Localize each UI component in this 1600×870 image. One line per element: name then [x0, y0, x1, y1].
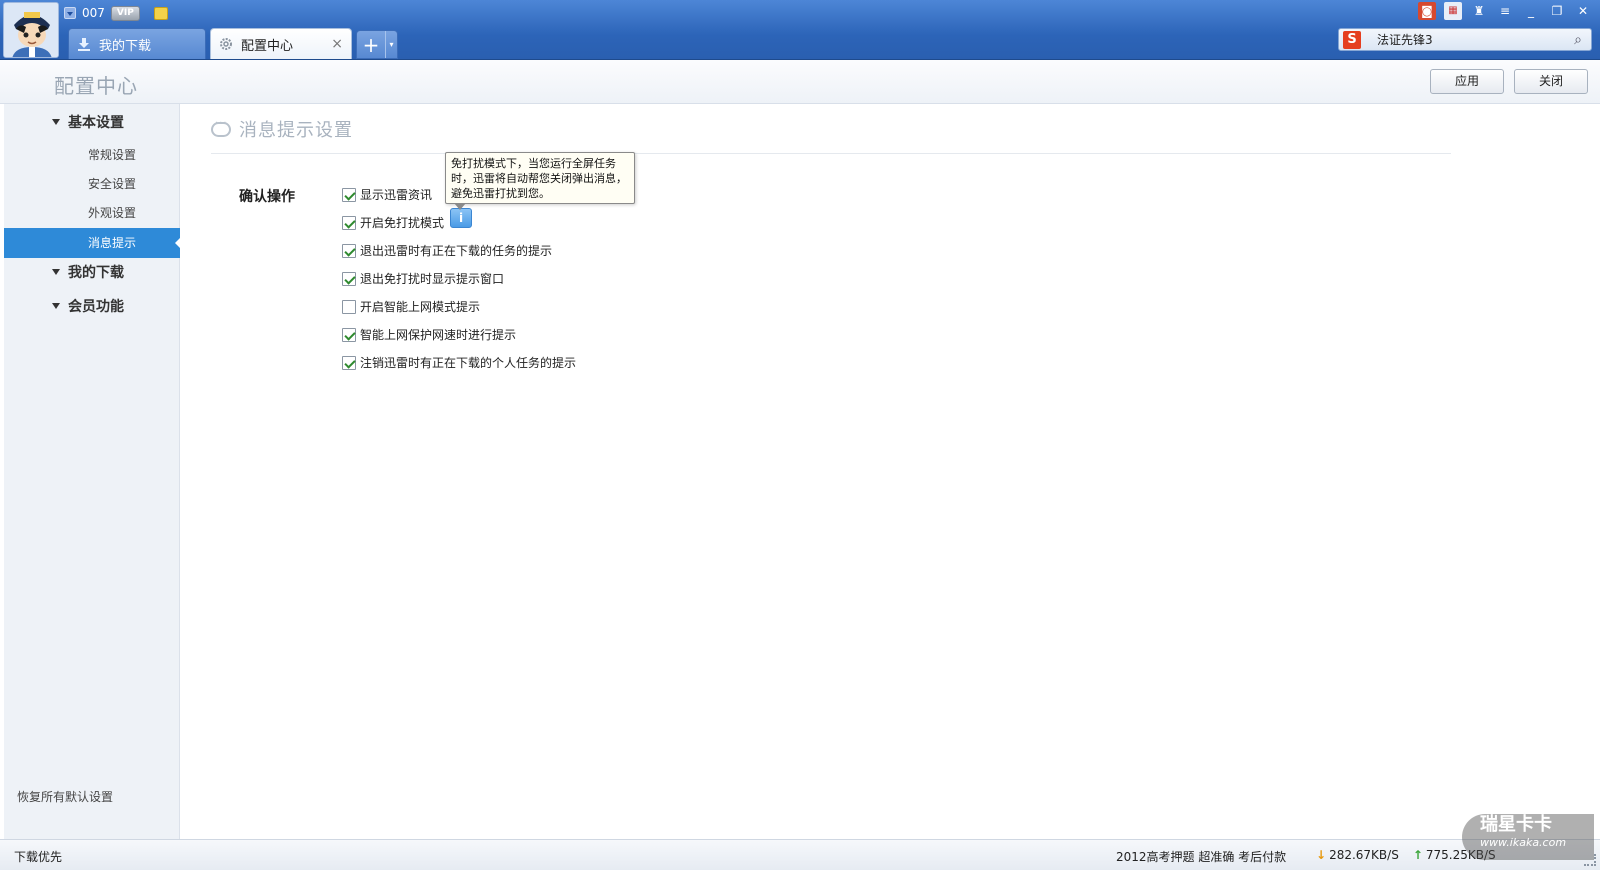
- info-icon[interactable]: i: [450, 208, 472, 228]
- download-priority[interactable]: 下载优先: [14, 848, 62, 865]
- sidebar-item-appearance[interactable]: 外观设置: [88, 204, 136, 221]
- search-engine-icon[interactable]: S: [1343, 30, 1361, 49]
- user-row: 007 VIP: [64, 4, 168, 22]
- message-icon[interactable]: [153, 6, 168, 20]
- option-label[interactable]: 智能上网保护网速时进行提示: [360, 326, 516, 343]
- search-box[interactable]: S 法证先锋3 ⌕: [1338, 28, 1592, 51]
- option-do-not-disturb[interactable]: 开启免打扰模式: [342, 214, 444, 231]
- plus-icon[interactable]: +: [357, 35, 385, 55]
- shirt-icon[interactable]: ♜: [1470, 2, 1488, 20]
- sidebar-item-security[interactable]: 安全设置: [88, 175, 136, 192]
- new-tab-button[interactable]: + ▾: [356, 30, 398, 59]
- option-exit-downloading-prompt[interactable]: 退出迅雷时有正在下载的任务的提示: [342, 242, 552, 259]
- expand-triangle-icon: [52, 119, 60, 125]
- watermark-url: www.ikaka.com: [1480, 836, 1567, 849]
- option-smart-browsing-speed-prompt[interactable]: 智能上网保护网速时进行提示: [342, 326, 516, 343]
- close-button[interactable]: 关闭: [1514, 69, 1588, 94]
- expand-triangle-icon: [52, 269, 60, 275]
- option-label[interactable]: 开启智能上网模式提示: [360, 298, 480, 315]
- checkbox[interactable]: [342, 299, 356, 314]
- search-input[interactable]: 法证先锋3: [1377, 31, 1569, 48]
- tab-my-downloads[interactable]: 我的下载: [68, 28, 206, 59]
- section-title: 消息提示设置: [211, 116, 353, 142]
- sidebar: 基本设置 常规设置 安全设置 外观设置 消息提示 我的下载 会员功能 恢复所有默…: [4, 104, 181, 839]
- download-speed: ↓ 282.67KB/S: [1316, 848, 1399, 862]
- avatar[interactable]: [3, 2, 59, 58]
- checkbox[interactable]: [342, 215, 356, 230]
- user-name[interactable]: 007: [82, 6, 105, 20]
- option-exit-dnd-window[interactable]: 退出免打扰时显示提示窗口: [342, 270, 504, 287]
- system-buttons: ◙ ▦ ♜ ≡ _ ❐ ✕: [1418, 2, 1592, 20]
- checkbox[interactable]: [342, 243, 356, 258]
- sidebar-group-my-downloads[interactable]: 我的下载: [52, 262, 124, 282]
- title-bar: 007 VIP 我的下载 配置中心 × + ▾ ◙ ▦ ♜ ≡ _ ❐ ✕ S …: [0, 0, 1600, 60]
- option-logout-personal-task-prompt[interactable]: 注销迅雷时有正在下载的个人任务的提示: [342, 354, 576, 371]
- option-label[interactable]: 退出免打扰时显示提示窗口: [360, 270, 504, 287]
- checkbox[interactable]: [342, 327, 356, 342]
- download-icon: [78, 38, 90, 51]
- sidebar-item-notifications[interactable]: 消息提示: [4, 228, 181, 258]
- minimize-icon[interactable]: _: [1522, 2, 1540, 20]
- gear-icon: [220, 38, 232, 50]
- restore-icon[interactable]: ❐: [1548, 2, 1566, 20]
- vip-badge[interactable]: VIP: [110, 5, 140, 21]
- window-close-icon[interactable]: ✕: [1574, 2, 1592, 20]
- ad-link[interactable]: 2012高考押题 超准确 考后付款: [1116, 848, 1286, 865]
- option-show-news[interactable]: 显示迅雷资讯: [342, 186, 432, 203]
- restore-defaults-link[interactable]: 恢复所有默认设置: [17, 788, 113, 805]
- chevron-down-icon[interactable]: ▾: [385, 31, 397, 58]
- sidebar-group-basic-settings[interactable]: 基本设置: [52, 112, 124, 132]
- sidebar-group-member-features[interactable]: 会员功能: [52, 296, 124, 316]
- calendar-icon[interactable]: ▦: [1444, 2, 1462, 20]
- arrow-up-icon: ↑: [1412, 848, 1423, 862]
- sidebar-group-label: 会员功能: [68, 299, 124, 315]
- option-label[interactable]: 退出迅雷时有正在下载的任务的提示: [360, 242, 552, 259]
- option-label[interactable]: 注销迅雷时有正在下载的个人任务的提示: [360, 354, 576, 371]
- watermark: 瑞星卡卡 www.ikaka.com: [1462, 814, 1594, 860]
- close-icon[interactable]: ×: [331, 36, 343, 52]
- download-speed-value: 282.67KB/S: [1329, 848, 1399, 862]
- tooltip: 免打扰模式下，当您运行全屏任务时，迅雷将自动帮您关闭弹出消息，避免迅雷打扰到您。: [445, 152, 635, 210]
- menu-icon[interactable]: ≡: [1496, 2, 1514, 20]
- user-menu-dropdown-icon[interactable]: [64, 7, 76, 19]
- search-icon[interactable]: ⌕: [1569, 31, 1587, 49]
- arrow-down-icon: ↓: [1316, 848, 1327, 862]
- option-smart-browsing-prompt[interactable]: 开启智能上网模式提示: [342, 298, 480, 315]
- expand-triangle-icon: [52, 303, 60, 309]
- divider: [211, 153, 1451, 154]
- status-bar: 下载优先 2012高考押题 超准确 考后付款 ↓ 282.67KB/S ↑ 775.…: [0, 839, 1600, 870]
- main-content: 消息提示设置 确认操作 显示迅雷资讯 开启免打扰模式 退出迅雷时有正在下载的任务…: [181, 104, 1600, 839]
- checkbox[interactable]: [342, 355, 356, 370]
- section-title-text: 消息提示设置: [239, 120, 353, 141]
- checkbox[interactable]: [342, 187, 356, 202]
- chat-bubble-icon: [211, 118, 231, 137]
- sidebar-group-label: 基本设置: [68, 115, 124, 131]
- tab-label: 我的下载: [99, 38, 152, 54]
- sidebar-group-label: 我的下载: [68, 265, 124, 281]
- option-label[interactable]: 显示迅雷资讯: [360, 186, 432, 203]
- tab-config-center[interactable]: 配置中心 ×: [210, 28, 352, 59]
- page-title: 配置中心: [54, 74, 138, 98]
- checkbox[interactable]: [342, 271, 356, 286]
- skin-icon[interactable]: ◙: [1418, 2, 1436, 20]
- option-label[interactable]: 开启免打扰模式: [360, 214, 444, 231]
- apply-button[interactable]: 应用: [1430, 69, 1504, 94]
- tab-label: 配置中心: [241, 38, 294, 54]
- sidebar-item-general[interactable]: 常规设置: [88, 146, 136, 163]
- confirm-actions-label: 确认操作: [239, 189, 295, 205]
- page-header: 配置中心 应用 关闭: [0, 60, 1600, 104]
- watermark-title: 瑞星卡卡: [1480, 814, 1552, 835]
